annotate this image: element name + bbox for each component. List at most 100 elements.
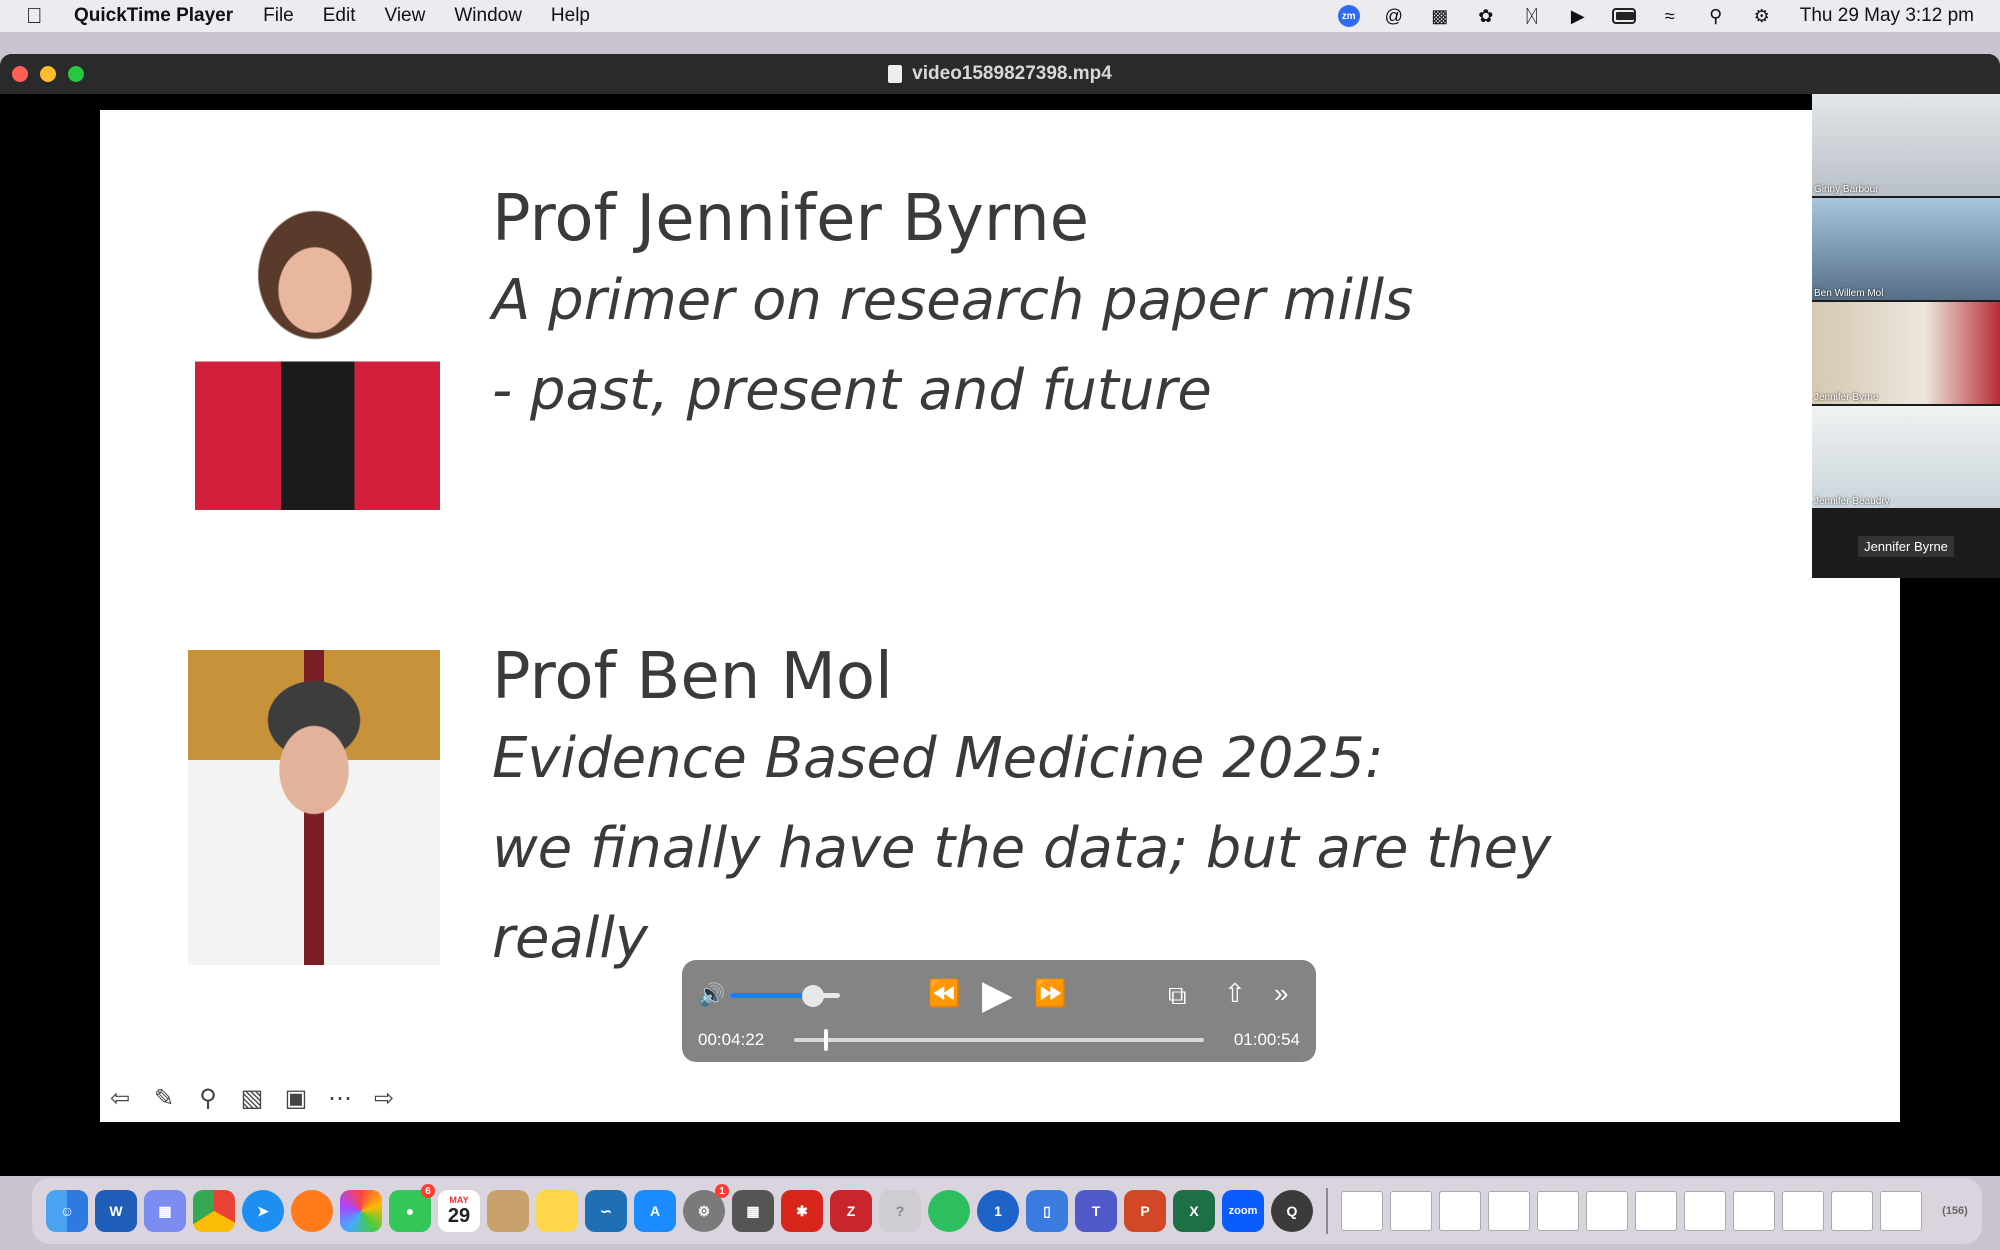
recent-document-icon[interactable] [1390, 1191, 1432, 1231]
excel-dock-icon[interactable]: X [1173, 1190, 1215, 1232]
volume-knob[interactable] [801, 985, 824, 1007]
speaker1-talk-line1: A primer on research paper mills [492, 268, 1414, 333]
settings-badge: 1 [715, 1184, 729, 1198]
participant-name: Jennifer Beaudry [1814, 496, 1890, 507]
trash-count: (156) [1942, 1205, 1968, 1217]
menu-help[interactable]: Help [551, 5, 590, 27]
menu-bar:  QuickTime Player File Edit View Window… [0, 0, 2000, 32]
captions-icon[interactable]: ▧ [236, 1082, 268, 1114]
recent-document-icon[interactable] [1537, 1191, 1579, 1231]
speaker2-talk-line1: Evidence Based Medicine 2025: [492, 726, 1384, 791]
zotero-dock-icon[interactable]: Z [830, 1190, 872, 1232]
notes-dock-icon[interactable] [536, 1190, 578, 1232]
calendar-dock-icon[interactable]: MAY 29 [438, 1190, 480, 1232]
current-time: 00:04:22 [698, 1030, 765, 1049]
recent-document-icon[interactable] [1733, 1191, 1775, 1231]
launchpad-dock-icon[interactable]: ▦ [144, 1190, 186, 1232]
zoom-magnifier-icon[interactable]: ⚲ [192, 1082, 224, 1114]
calendar-month: MAY [449, 1194, 469, 1205]
menu-view[interactable]: View [385, 5, 426, 27]
battery-icon[interactable] [1611, 5, 1636, 27]
next-slide-icon[interactable]: ⇨ [368, 1082, 400, 1114]
playback-scrubber[interactable] [794, 1029, 1204, 1051]
recent-document-icon[interactable] [1439, 1191, 1481, 1231]
contacts-dock-icon[interactable] [487, 1190, 529, 1232]
menu-window[interactable]: Window [454, 5, 522, 27]
play-status-icon[interactable]: ▶ [1566, 5, 1590, 27]
safari-dock-icon[interactable]: ➤ [242, 1190, 284, 1232]
more-options-icon[interactable]: ⋯ [324, 1082, 356, 1114]
teams-status-icon[interactable]: ▩ [1428, 5, 1452, 27]
participant-tile: Jennifer Beaudry [1812, 406, 2000, 508]
speaker2-block: Prof Ben Mol Evidence Based Medicine 202… [492, 640, 1551, 984]
play-button[interactable]: ▶ [982, 972, 1013, 1018]
trash-dock-icon[interactable]: (156) [1929, 1190, 1981, 1232]
system-settings-dock-icon[interactable]: ⚙ 1 [683, 1184, 729, 1232]
app-menu-quicktime[interactable]: QuickTime Player [74, 5, 233, 27]
recent-document-icon[interactable] [1782, 1191, 1824, 1231]
slide-toolbar: ⇦ ✎ ⚲ ▧ ▣ ⋯ ⇨ [104, 1082, 400, 1114]
powerpoint-dock-icon[interactable]: P [1124, 1190, 1166, 1232]
word-dock-icon[interactable]: W [95, 1190, 137, 1232]
quicktime-dock-icon[interactable]: Q [1271, 1190, 1313, 1232]
messages-badge: 6 [421, 1184, 435, 1198]
participant-tile: Ben Willem Mol [1812, 198, 2000, 300]
minimize-window-button[interactable] [40, 66, 56, 82]
share-button[interactable]: ⇧ [1224, 978, 1246, 1009]
help-dock-icon[interactable]: ? [879, 1190, 921, 1232]
calculator-dock-icon[interactable]: ▦ [732, 1190, 774, 1232]
freeform-dock-icon[interactable]: ∽ [585, 1190, 627, 1232]
iphone-mirroring-dock-icon[interactable]: ▯ [1026, 1190, 1068, 1232]
more-controls-button[interactable]: » [1274, 978, 1288, 1009]
volume-slider[interactable] [730, 985, 840, 1007]
previous-slide-icon[interactable]: ⇦ [104, 1082, 136, 1114]
playback-controls: 🔊 ⏪ ▶ ⏩ ⧉ ⇧ » 00:04:22 01:00:54 [682, 960, 1316, 1062]
app-store-dock-icon[interactable]: A [634, 1190, 676, 1232]
acrobat-dock-icon[interactable]: ✱ [781, 1190, 823, 1232]
rewind-button[interactable]: ⏪ [928, 978, 960, 1009]
participant-name: Ginny Barbour [1814, 184, 1879, 195]
wifi-icon[interactable]: ≈ [1658, 5, 1682, 27]
spotlight-search-icon[interactable]: ⚲ [1704, 5, 1728, 27]
participant-tile: Jennifer Byrne [1812, 302, 2000, 404]
pen-icon[interactable]: ✎ [148, 1082, 180, 1114]
finder-dock-icon[interactable]: ☺ [46, 1190, 88, 1232]
zoom-dock-icon[interactable]: zoom [1222, 1190, 1264, 1232]
photos-dock-icon[interactable] [340, 1190, 382, 1232]
apple-menu-icon[interactable]:  [26, 3, 54, 29]
evernote-status-icon[interactable]: ✿ [1474, 5, 1498, 27]
recent-document-icon[interactable] [1586, 1191, 1628, 1231]
speaker2-name: Prof Ben Mol [492, 640, 893, 714]
messages-dock-icon[interactable]: ● 6 [389, 1184, 435, 1232]
recent-document-icon[interactable] [1880, 1191, 1922, 1231]
recent-document-icon[interactable] [1635, 1191, 1677, 1231]
mail-status-icon[interactable]: @ [1382, 5, 1406, 27]
firefox-dock-icon[interactable] [291, 1190, 333, 1232]
menu-edit[interactable]: Edit [323, 5, 356, 27]
participant-name: Ben Willem Mol [1814, 288, 1884, 299]
recent-document-icon[interactable] [1341, 1191, 1383, 1231]
menu-clock[interactable]: Thu 29 May 3:12 pm [1800, 5, 1974, 27]
evernote-dock-icon[interactable] [928, 1190, 970, 1232]
onepassword-dock-icon[interactable]: 1 [977, 1190, 1019, 1232]
bluetooth-icon[interactable]: ᛞ [1520, 5, 1544, 27]
recent-document-icon[interactable] [1488, 1191, 1530, 1231]
recent-document-icon[interactable] [1831, 1191, 1873, 1231]
menu-file[interactable]: File [263, 5, 294, 27]
total-duration: 01:00:54 [1233, 1030, 1300, 1049]
recent-document-icon[interactable] [1684, 1191, 1726, 1231]
speaker-volume-icon[interactable]: 🔊 [698, 982, 725, 1008]
camera-icon[interactable]: ▣ [280, 1082, 312, 1114]
zoom-status-icon[interactable]: zm [1337, 5, 1360, 27]
fast-forward-button[interactable]: ⏩ [1034, 978, 1066, 1009]
control-center-icon[interactable]: ⚙ [1750, 5, 1774, 27]
playhead[interactable] [823, 1029, 828, 1051]
maximize-window-button[interactable] [68, 66, 84, 82]
teams-dock-icon[interactable]: T [1075, 1190, 1117, 1232]
window-titlebar[interactable]: video1589827398.mp4 [0, 54, 2000, 94]
picture-in-picture-button[interactable]: ⧉ [1168, 980, 1187, 1012]
participants-panel: Ginny Barbour Ben Willem Mol Jennifer By… [1812, 94, 2000, 578]
volume-fill [730, 993, 813, 998]
close-window-button[interactable] [12, 66, 28, 82]
chrome-dock-icon[interactable] [193, 1190, 235, 1232]
